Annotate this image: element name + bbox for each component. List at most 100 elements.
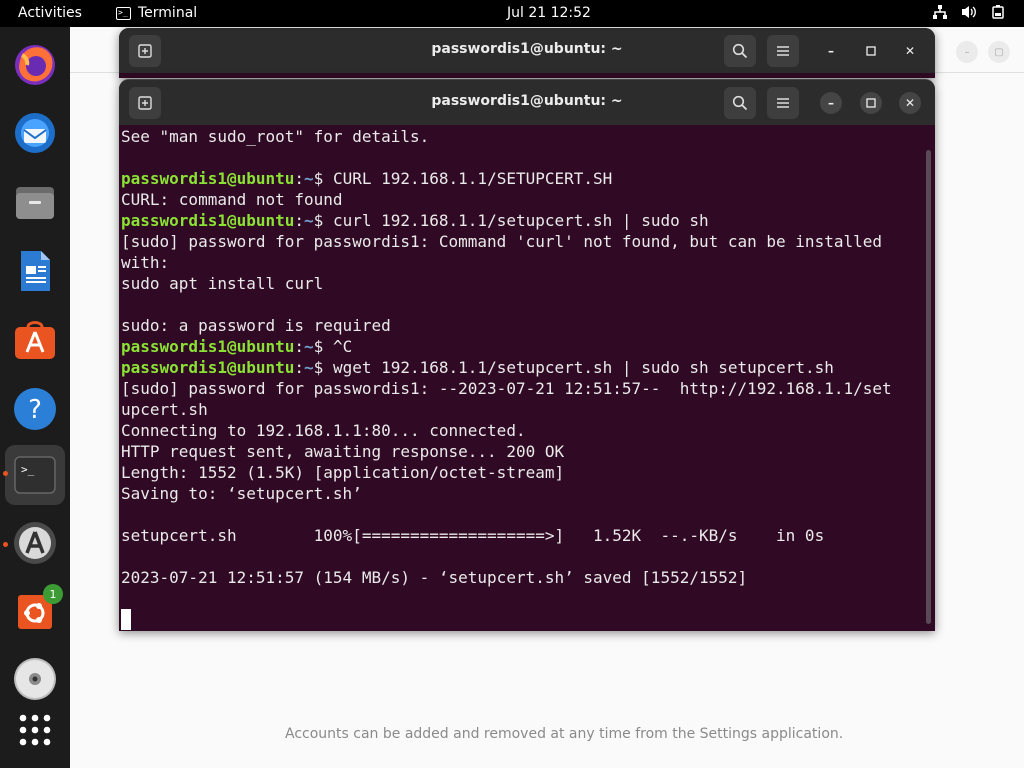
prompt-user: passwordis1@ubuntu xyxy=(121,211,295,230)
minimize-icon[interactable]: – xyxy=(820,40,842,62)
terminal-back-titlebar[interactable]: passwordis1@ubuntu: ~ – ✕ xyxy=(119,28,935,73)
terminal-line: upcert.sh xyxy=(121,399,921,420)
menu-icon[interactable] xyxy=(767,35,799,67)
svg-text:?: ? xyxy=(28,395,42,425)
system-tray[interactable] xyxy=(932,4,1006,20)
activities-button[interactable]: Activities xyxy=(18,5,82,21)
terminal-line: with: xyxy=(121,252,921,273)
terminal-output[interactable]: See "man sudo_root" for details. password… xyxy=(121,126,921,630)
terminal-line xyxy=(121,609,921,630)
output-text: 2023-07-21 12:51:57 (154 MB/s) - ‘setupc… xyxy=(121,568,748,587)
show-apps-icon[interactable] xyxy=(11,706,59,754)
output-text: See "man sudo_root" for details. xyxy=(121,127,430,146)
output-text: setupcert.sh 100%[===================>] … xyxy=(121,526,825,545)
power-icon[interactable] xyxy=(990,4,1006,20)
writer-icon[interactable] xyxy=(11,247,59,295)
app-name: Terminal xyxy=(138,5,198,21)
prompt-separator: : xyxy=(294,169,305,188)
output-text: Saving to: ‘setupcert.sh’ xyxy=(121,484,362,503)
top-bar: Activities >_ Terminal Jul 21 12:52 xyxy=(0,0,1024,27)
output-text: upcert.sh xyxy=(121,400,208,419)
maximize-icon[interactable] xyxy=(860,92,882,114)
terminal-back-title: passwordis1@ubuntu: ~ xyxy=(431,41,623,57)
terminal-line: sudo apt install curl xyxy=(121,273,921,294)
terminal-line: [sudo] password for passwordis1: Command… xyxy=(121,231,921,252)
firefox-icon[interactable] xyxy=(11,40,59,88)
app-menu[interactable]: >_ Terminal xyxy=(116,5,197,21)
command-text: $ ^C xyxy=(313,337,353,356)
terminal-line: setupcert.sh 100%[===================>] … xyxy=(121,525,921,546)
terminal-line: passwordis1@ubuntu:~$ wget 192.168.1.1/s… xyxy=(121,357,921,378)
running-indicator-2 xyxy=(3,542,8,547)
svg-text:>_: >_ xyxy=(21,463,35,476)
command-text: $ CURL 192.168.1.1/SETUPCERT.SH xyxy=(313,169,613,188)
prompt-separator: : xyxy=(294,337,305,356)
terminal-icon[interactable]: >_ xyxy=(5,445,65,505)
terminal-window-back[interactable]: passwordis1@ubuntu: ~ – ✕ xyxy=(119,28,935,78)
output-text: CURL: command not found xyxy=(121,190,343,209)
close-icon[interactable]: ✕ xyxy=(899,92,921,114)
prompt-path: ~ xyxy=(304,169,314,188)
terminal-line: See "man sudo_root" for details. xyxy=(121,126,921,147)
output-text: [sudo] password for passwordis1: Command… xyxy=(121,232,882,251)
help-icon[interactable]: ? xyxy=(11,385,59,433)
terminal-line: passwordis1@ubuntu:~$ ^C xyxy=(121,336,921,357)
maximize-icon[interactable]: ▢ xyxy=(988,41,1010,63)
close-icon[interactable]: ✕ xyxy=(899,40,921,62)
command-text: $ curl 192.168.1.1/setupcert.sh | sudo s… xyxy=(313,211,709,230)
terminal-line: passwordis1@ubuntu:~$ curl 192.168.1.1/s… xyxy=(121,210,921,231)
files-icon[interactable] xyxy=(11,178,59,226)
terminal-title: passwordis1@ubuntu: ~ xyxy=(431,93,623,109)
search-icon[interactable] xyxy=(724,35,756,67)
output-text: Length: 1552 (1.5K) [application/octet-s… xyxy=(121,463,565,482)
terminal-line: Length: 1552 (1.5K) [application/octet-s… xyxy=(121,462,921,483)
terminal-window[interactable]: passwordis1@ubuntu: ~ – ✕ See "man sudo_… xyxy=(119,79,935,631)
terminal-app-icon: >_ xyxy=(116,6,131,20)
prompt-path: ~ xyxy=(304,211,314,230)
minimize-icon[interactable]: – xyxy=(956,41,978,63)
prompt-user: passwordis1@ubuntu xyxy=(121,358,295,377)
output-text: sudo apt install curl xyxy=(121,274,324,293)
output-text: Connecting to 192.168.1.1:80... connecte… xyxy=(121,421,526,440)
terminal-line: 2023-07-21 12:51:57 (154 MB/s) - ‘setupc… xyxy=(121,567,921,588)
prompt-user: passwordis1@ubuntu xyxy=(121,337,295,356)
output-text: sudo: a password is required xyxy=(121,316,391,335)
terminal-line: Connecting to 192.168.1.1:80... connecte… xyxy=(121,420,921,441)
text-cursor xyxy=(121,609,131,630)
prompt-user: passwordis1@ubuntu xyxy=(121,169,295,188)
prompt-path: ~ xyxy=(304,337,314,356)
prompt-path: ~ xyxy=(304,358,314,377)
output-text: HTTP request sent, awaiting response... … xyxy=(121,442,565,461)
update-count-badge: 1 xyxy=(43,584,63,604)
menu-icon[interactable] xyxy=(767,87,799,119)
output-text: [sudo] password for passwordis1: --2023-… xyxy=(121,379,892,398)
terminal-line: HTTP request sent, awaiting response... … xyxy=(121,441,921,462)
dock: ? >_ 1 xyxy=(0,27,70,768)
maximize-icon[interactable] xyxy=(860,40,882,62)
terminal-titlebar[interactable]: passwordis1@ubuntu: ~ – ✕ xyxy=(119,80,935,125)
terminal-scrollbar[interactable] xyxy=(926,150,931,624)
network-icon[interactable] xyxy=(932,4,948,20)
volume-icon[interactable] xyxy=(960,4,978,20)
output-text: with: xyxy=(121,253,170,272)
software-updater-icon[interactable] xyxy=(11,519,59,567)
terminal-line: passwordis1@ubuntu:~$ CURL 192.168.1.1/S… xyxy=(121,168,921,189)
clock[interactable]: Jul 21 12:52 xyxy=(507,5,591,21)
terminal-line: [sudo] password for passwordis1: --2023-… xyxy=(121,378,921,399)
command-text: $ wget 192.168.1.1/setupcert.sh | sudo s… xyxy=(313,358,834,377)
minimize-icon[interactable]: – xyxy=(820,92,842,114)
disc-icon[interactable] xyxy=(11,655,59,703)
thunderbird-icon[interactable] xyxy=(11,109,59,157)
app-center-icon[interactable] xyxy=(11,316,59,364)
accounts-notice: Accounts can be added and removed at any… xyxy=(285,726,844,742)
ubuntu-install-icon[interactable]: 1 xyxy=(11,584,63,636)
terminal-line: Saving to: ‘setupcert.sh’ xyxy=(121,483,921,504)
terminal-line: sudo: a password is required xyxy=(121,315,921,336)
prompt-separator: : xyxy=(294,211,305,230)
running-indicator xyxy=(3,471,8,476)
search-icon[interactable] xyxy=(724,87,756,119)
